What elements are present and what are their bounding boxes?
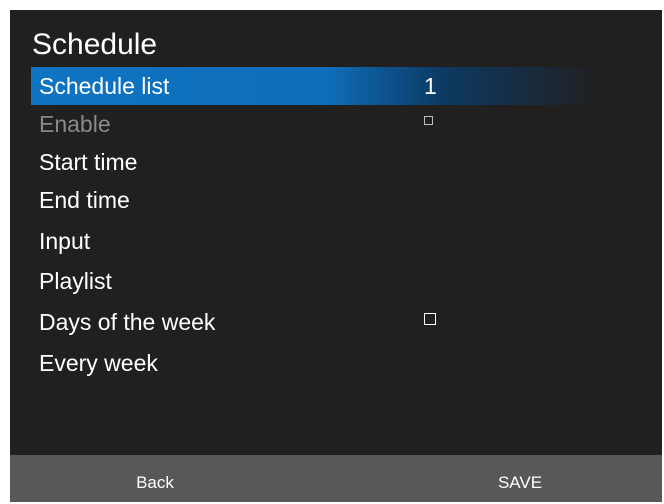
menu-item-label: End time xyxy=(39,187,130,213)
menu-item-days-of-the-week[interactable]: Days of the week xyxy=(31,303,601,341)
enable-checkbox xyxy=(424,116,433,125)
menu-item-start-time[interactable]: Start time xyxy=(31,143,601,181)
menu-item-label: Every week xyxy=(39,350,158,376)
menu-item-label: Input xyxy=(39,228,91,254)
back-button[interactable]: Back xyxy=(110,455,200,502)
menu-item-label: Start time xyxy=(39,149,138,175)
days-of-the-week-checkbox[interactable] xyxy=(424,313,436,325)
menu-item-label: Days of the week xyxy=(39,309,216,335)
schedule-screen: Schedule Schedule list 1 Enable Start ti… xyxy=(10,10,662,502)
menu-item-every-week[interactable]: Every week xyxy=(31,344,601,382)
schedule-list-value: 1 xyxy=(424,73,437,99)
menu-item-playlist[interactable]: Playlist xyxy=(31,262,601,300)
menu-item-schedule-list[interactable]: Schedule list 1 xyxy=(31,67,601,105)
page-title: Schedule xyxy=(32,28,158,61)
menu-item-label: Enable xyxy=(39,111,111,137)
menu-item-label: Playlist xyxy=(39,268,112,294)
schedule-menu: Schedule list 1 Enable Start time End ti… xyxy=(31,67,601,397)
save-button[interactable]: SAVE xyxy=(475,455,565,502)
menu-item-label: Schedule list xyxy=(39,73,170,99)
footer-bar: Back SAVE xyxy=(10,455,662,502)
menu-item-enable: Enable xyxy=(31,105,601,143)
menu-item-end-time[interactable]: End time xyxy=(31,181,601,219)
menu-item-input[interactable]: Input xyxy=(31,222,601,260)
